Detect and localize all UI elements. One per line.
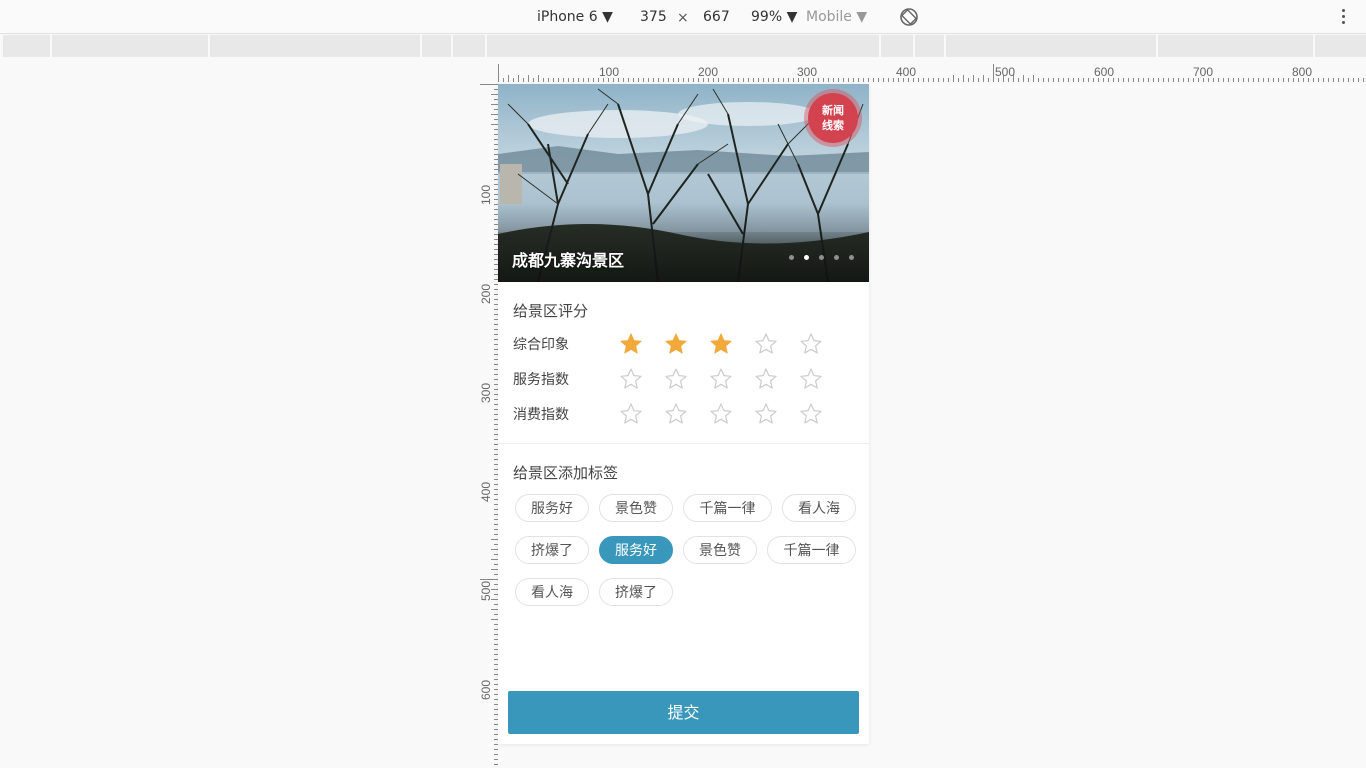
ruler-label: 400: [896, 65, 916, 79]
star-empty-icon[interactable]: [664, 367, 688, 391]
chevron-down-icon: ▼: [602, 9, 613, 25]
star-empty-icon[interactable]: [664, 402, 688, 426]
chevron-down-icon: ▼: [786, 9, 798, 25]
media-query-segment[interactable]: [1315, 35, 1366, 57]
ruler-label: 100: [479, 185, 493, 205]
media-query-segment[interactable]: [487, 35, 879, 57]
star-empty-icon[interactable]: [799, 367, 823, 391]
banner-carousel[interactable]: 成都九寨沟景区 新闻 线索: [498, 84, 869, 282]
carousel-indicators: [789, 255, 864, 261]
zoom-select[interactable]: 99% ▼: [751, 8, 797, 26]
tag-chip[interactable]: 景色赞: [599, 494, 673, 522]
zoom-value: 99%: [751, 9, 783, 25]
tag-chip[interactable]: 看人海: [515, 578, 589, 606]
section-divider: [498, 443, 869, 444]
tag-chip[interactable]: 景色赞: [683, 536, 757, 564]
mode-value: Mobile: [806, 9, 852, 25]
star-empty-icon[interactable]: [619, 367, 643, 391]
media-query-segment[interactable]: [915, 35, 944, 57]
device-name: iPhone 6: [537, 9, 598, 25]
tag-chip[interactable]: 挤爆了: [515, 536, 589, 564]
star-empty-icon[interactable]: [709, 367, 733, 391]
media-query-segment[interactable]: [52, 35, 208, 57]
ruler-label: 600: [1094, 65, 1114, 79]
badge-line: 新闻: [822, 104, 844, 117]
tag-chip[interactable]: 看人海: [782, 494, 856, 522]
ruler-label: 200: [479, 284, 493, 304]
horizontal-ruler: 100 200 300 400 500 600 700 800: [498, 64, 1364, 82]
media-query-segment[interactable]: [1158, 35, 1313, 57]
star-empty-icon[interactable]: [619, 402, 643, 426]
device-select[interactable]: iPhone 6 ▼: [537, 8, 613, 26]
rating-row: 综合印象: [513, 328, 853, 358]
carousel-dot[interactable]: [834, 255, 839, 260]
tag-chip[interactable]: 挤爆了: [599, 578, 673, 606]
carousel-dot[interactable]: [849, 255, 854, 260]
carousel-dot[interactable]: [819, 255, 824, 260]
rating-label: 综合印象: [513, 337, 569, 353]
rating-label: 消费指数: [513, 407, 569, 423]
mobile-viewport: 成都九寨沟景区 新闻 线索 给景区评分 综合印象服务指数消费指数 给景区添加标签…: [498, 84, 869, 744]
ruler-label: 200: [698, 65, 718, 79]
tag-chip-selected[interactable]: 服务好: [599, 536, 673, 564]
media-query-segment[interactable]: [453, 35, 485, 57]
ruler-label: 100: [599, 65, 619, 79]
media-query-segment[interactable]: [946, 35, 1156, 57]
news-tip-badge[interactable]: 新闻 线索: [808, 93, 858, 143]
more-options-icon[interactable]: [1334, 6, 1352, 28]
tags-section-title: 给景区添加标签: [513, 464, 619, 482]
star-empty-icon[interactable]: [754, 367, 778, 391]
carousel-dot[interactable]: [789, 255, 794, 260]
mode-select[interactable]: Mobile ▼: [806, 8, 867, 26]
rating-row: 消费指数: [513, 398, 853, 428]
star-empty-icon[interactable]: [799, 402, 823, 426]
rating-section-title: 给景区评分: [513, 302, 589, 320]
media-query-segment[interactable]: [210, 35, 420, 57]
ruler-label: 700: [1193, 65, 1213, 79]
ruler-label: 300: [797, 65, 817, 79]
rating-label: 服务指数: [513, 372, 569, 388]
ruler-label: 600: [479, 680, 493, 700]
star-filled-icon[interactable]: [619, 332, 643, 356]
ruler-label: 300: [479, 383, 493, 403]
media-query-segment[interactable]: [881, 35, 913, 57]
submit-button[interactable]: 提交: [508, 691, 859, 734]
star-empty-icon[interactable]: [709, 402, 733, 426]
media-query-segment[interactable]: [422, 35, 451, 57]
badge-line: 线索: [822, 119, 844, 132]
devtools-toolbar: iPhone 6 ▼ 375 × 667 99% ▼ Mobile ▼: [0, 0, 1366, 34]
media-query-segment[interactable]: [3, 35, 50, 57]
star-empty-icon[interactable]: [754, 402, 778, 426]
rating-row: 服务指数: [513, 363, 853, 393]
chevron-down-icon: ▼: [856, 9, 868, 25]
tag-chip[interactable]: 服务好: [515, 494, 589, 522]
ruler-label: 500: [995, 65, 1015, 79]
height-field[interactable]: 667: [703, 8, 730, 26]
star-empty-icon[interactable]: [754, 332, 778, 356]
tag-chip[interactable]: 千篇一律: [767, 536, 856, 564]
dimension-separator: ×: [677, 10, 689, 26]
ruler-label: 400: [479, 482, 493, 502]
tag-chip[interactable]: 千篇一律: [683, 494, 772, 522]
ruler-label: 800: [1292, 65, 1312, 79]
rotate-icon[interactable]: [898, 6, 920, 28]
width-field[interactable]: 375: [640, 8, 667, 26]
ruler-label: 500: [479, 581, 493, 601]
star-empty-icon[interactable]: [799, 332, 823, 356]
carousel-dot[interactable]: [804, 255, 809, 260]
star-filled-icon[interactable]: [664, 332, 688, 356]
star-filled-icon[interactable]: [709, 332, 733, 356]
media-query-bar: [0, 35, 1366, 57]
banner-title: 成都九寨沟景区: [512, 251, 625, 270]
vertical-ruler: 100 200 300 400 500 600: [479, 84, 498, 765]
